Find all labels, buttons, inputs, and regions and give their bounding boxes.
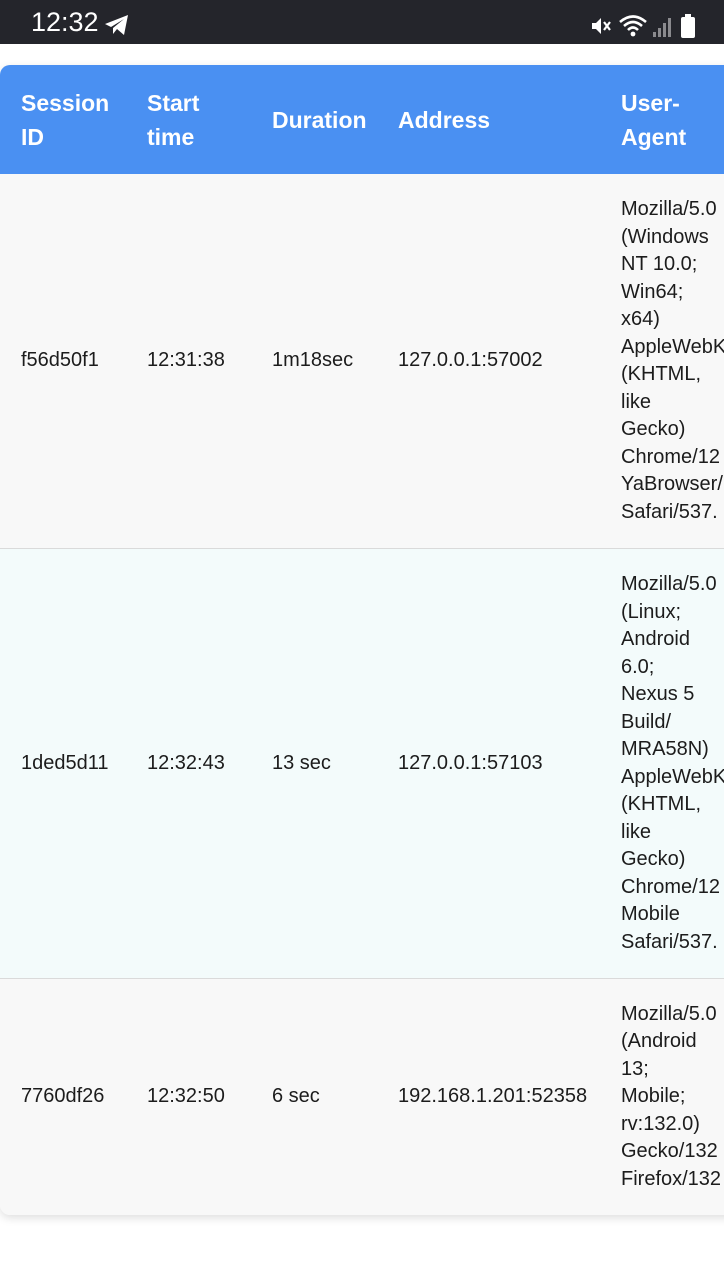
user-agent-cell: Mozilla/5.0 (Android 13; Mobile; rv:132.… (621, 1002, 722, 1190)
table-header: Session ID Start time Duration Address Use… (0, 65, 724, 174)
signal-icon (653, 18, 671, 37)
sessions-table: Session ID Start time Duration Address Use… (0, 65, 724, 1215)
duration-cell: 13 sec (272, 751, 331, 774)
start-time-cell: 12:32:43 (147, 751, 225, 774)
duration-cell: 6 sec (272, 1085, 320, 1108)
battery-icon (681, 14, 695, 38)
user-agent-cell: Mozilla/5.0 (Windows NT 10.0; Win64; x64… (621, 198, 724, 523)
header-duration: Duration (272, 106, 367, 133)
duration-cell: 1m18sec (272, 349, 354, 372)
header-user-agent: User- Agent (621, 89, 687, 150)
session-id-cell: 7760df26 (21, 1085, 105, 1108)
start-time-cell: 12:31:38 (147, 349, 225, 372)
start-time-cell: 12:32:50 (147, 1085, 225, 1108)
table-row: f56d50f1 12:31:38 1m18sec 127.0.0.1:5700… (0, 174, 724, 549)
wifi-icon (619, 15, 647, 37)
header-session-id: Session ID (21, 89, 110, 150)
address-cell: 192.168.1.201:52358 (398, 1085, 588, 1108)
address-cell: 127.0.0.1:57002 (398, 349, 543, 372)
telegram-icon (105, 15, 128, 35)
status-time: 12:32 (31, 7, 99, 37)
session-id-cell: 1ded5d11 (21, 751, 109, 774)
header-start-time: Start time (147, 89, 200, 150)
table-row: 1ded5d11 12:32:43 13 sec 127.0.0.1:57103… (0, 549, 724, 979)
user-agent-cell: Mozilla/5.0 (Linux; Android 6.0; Nexus 5… (621, 573, 724, 953)
session-id-cell: f56d50f1 (21, 349, 99, 372)
status-bar: 12:32 (0, 0, 724, 44)
address-cell: 127.0.0.1:57103 (398, 751, 543, 774)
table-row: 7760df26 12:32:50 6 sec 192.168.1.201:52… (0, 979, 724, 1215)
mute-icon (592, 18, 611, 34)
header-address: Address (398, 106, 491, 133)
